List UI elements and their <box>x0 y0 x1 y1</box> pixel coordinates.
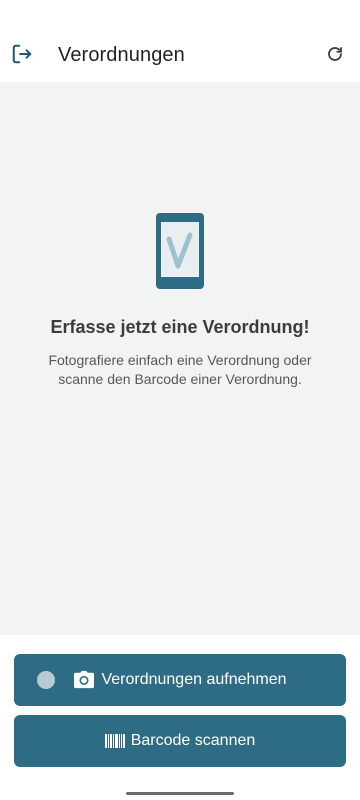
logout-button[interactable] <box>8 42 36 70</box>
status-dot <box>37 671 55 689</box>
action-panel: Verordnungen aufnehmen Barcode scannen <box>0 635 360 785</box>
app-screen: Verordnungen Erfasse jetzt eine Verordnu… <box>0 0 360 800</box>
logout-icon <box>11 43 33 70</box>
home-handle[interactable] <box>126 792 234 795</box>
phone-check-icon <box>156 213 204 289</box>
camera-icon <box>73 670 95 690</box>
empty-state-title: Erfasse jetzt eine Verordnung! <box>50 317 310 337</box>
capture-button-label: Verordnungen aufnehmen <box>101 671 287 688</box>
empty-state-description: Fotografiere einfach eine Verordnung ode… <box>48 352 312 387</box>
empty-state: Erfasse jetzt eine Verordnung! Fotografi… <box>0 82 360 635</box>
refresh-icon <box>326 45 344 68</box>
page-title: Verordnungen <box>58 44 185 66</box>
capture-prescription-button[interactable]: Verordnungen aufnehmen <box>14 654 346 706</box>
app-header: Verordnungen <box>0 0 360 82</box>
scan-barcode-button[interactable]: Barcode scannen <box>14 715 346 767</box>
barcode-icon <box>104 734 125 748</box>
scan-button-label: Barcode scannen <box>130 732 256 749</box>
system-navigation-bar <box>0 785 360 800</box>
refresh-button[interactable] <box>322 43 348 69</box>
